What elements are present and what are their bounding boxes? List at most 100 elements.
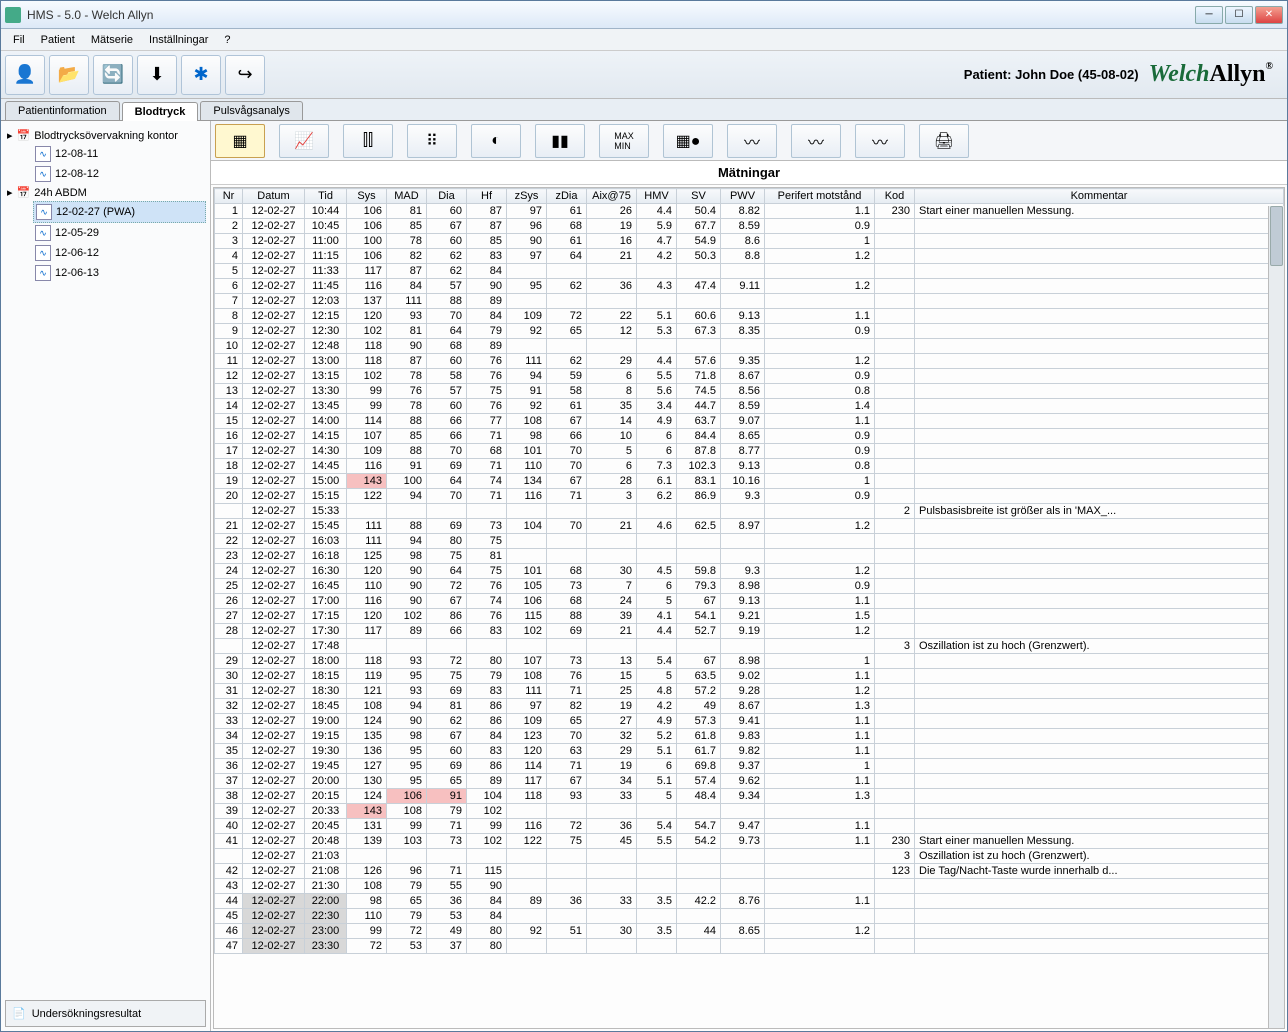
table-view-button[interactable]: ▦ xyxy=(215,124,265,158)
menu-series[interactable]: Mätserie xyxy=(85,32,139,48)
scatter-view-button[interactable]: ⠿ xyxy=(407,124,457,158)
table-row[interactable]: 12-02-2721:033Oszillation ist zu hoch (G… xyxy=(215,849,1284,864)
download-button[interactable]: ⬇ xyxy=(137,55,177,95)
table-row[interactable]: 1512-02-2714:0011488667710867144.963.79.… xyxy=(215,414,1284,429)
sync-button[interactable]: 🔄 xyxy=(93,55,133,95)
bluetooth-button[interactable]: ✱ xyxy=(181,55,221,95)
column-header[interactable]: SV xyxy=(677,189,721,204)
column-header[interactable]: Nr xyxy=(215,189,243,204)
table-row[interactable]: 2912-02-2718:0011893728010773135.4678.98… xyxy=(215,654,1284,669)
menu-patient[interactable]: Patient xyxy=(35,32,81,48)
scroll-thumb[interactable] xyxy=(1270,206,1283,266)
table-row[interactable]: 3812-02-2720:15124106911041189333548.49.… xyxy=(215,789,1284,804)
measurements-grid[interactable]: NrDatumTidSysMADDiaHfzSyszDiaAix@75HMVSV… xyxy=(213,187,1285,1029)
examination-results-button[interactable]: 📄 Undersökningsresultat xyxy=(5,1000,206,1027)
column-header[interactable]: Tid xyxy=(305,189,347,204)
table-row[interactable]: 2012-02-2715:151229470711167136.286.99.3… xyxy=(215,489,1284,504)
column-header[interactable]: zSys xyxy=(507,189,547,204)
table-row[interactable]: 3012-02-2718:151199575791087615563.59.02… xyxy=(215,669,1284,684)
column-header[interactable]: Kod xyxy=(875,189,915,204)
table-row[interactable]: 1912-02-2715:00143100647413467286.183.11… xyxy=(215,474,1284,489)
tree-item[interactable]: ∿12-06-13 xyxy=(33,263,206,283)
bar-limits-button[interactable]: ⫿⫿ xyxy=(343,124,393,158)
table-row[interactable]: 912-02-2712:301028164799265125.367.38.35… xyxy=(215,324,1284,339)
table-row[interactable]: 412-02-2711:151068262839764214.250.38.81… xyxy=(215,249,1284,264)
table-row[interactable]: 12-02-2715:332Pulsbasisbreite ist größer… xyxy=(215,504,1284,519)
table-row[interactable]: 4112-02-2720:481391037310212275455.554.2… xyxy=(215,834,1284,849)
table-row[interactable]: 812-02-2712:1512093708410972225.160.69.1… xyxy=(215,309,1284,324)
table-row[interactable]: 4712-02-2723:3072533780 xyxy=(215,939,1284,954)
tree-item[interactable]: ∿12-08-11 xyxy=(33,144,206,164)
table-row[interactable]: 212-02-2710:451068567879668195.967.78.59… xyxy=(215,219,1284,234)
maximize-button[interactable]: ☐ xyxy=(1225,6,1253,24)
exit-button[interactable]: ↪ xyxy=(225,55,265,95)
tree-item[interactable]: ∿12-05-29 xyxy=(33,223,206,243)
table-row[interactable]: 1012-02-2712:48118906889 xyxy=(215,339,1284,354)
menu-settings[interactable]: Inställningar xyxy=(143,32,214,48)
table-row[interactable]: 1312-02-2713:3099765775915885.674.58.560… xyxy=(215,384,1284,399)
table-row[interactable]: 4512-02-2722:30110795384 xyxy=(215,909,1284,924)
table-row[interactable]: 2312-02-2716:18125987581 xyxy=(215,549,1284,564)
table-row[interactable]: 3712-02-2720:0013095658911767345.157.49.… xyxy=(215,774,1284,789)
table-row[interactable]: 1812-02-2714:451169169711107067.3102.39.… xyxy=(215,459,1284,474)
table-row[interactable]: 3612-02-2719:451279569861147119669.89.37… xyxy=(215,759,1284,774)
tree-item[interactable]: ∿12-02-27 (PWA) xyxy=(33,201,206,223)
minmax-view-button[interactable]: MAXMIN xyxy=(599,124,649,158)
table-row[interactable]: 2512-02-2716:45110907276105737679.38.980… xyxy=(215,579,1284,594)
table-row[interactable]: 2712-02-2717:15120102867611588394.154.19… xyxy=(215,609,1284,624)
table-row[interactable]: 4412-02-2722:00986536848936333.542.28.76… xyxy=(215,894,1284,909)
compare2-button[interactable]: 〰 xyxy=(791,124,841,158)
table-row[interactable]: 3312-02-2719:0012490628610965274.957.39.… xyxy=(215,714,1284,729)
table-row[interactable]: 112-02-2710:441068160879761264.450.48.82… xyxy=(215,204,1284,219)
table-stats-button[interactable]: ▦● xyxy=(663,124,713,158)
column-header[interactable]: Hf xyxy=(467,189,507,204)
table-row[interactable]: 3512-02-2719:3013695608312063295.161.79.… xyxy=(215,744,1284,759)
table-row[interactable]: 512-02-2711:33117876284 xyxy=(215,264,1284,279)
histogram-view-button[interactable]: ▮▮ xyxy=(535,124,585,158)
compare3-button[interactable]: 〰 xyxy=(855,124,905,158)
tree-root-abdm[interactable]: ▸📅24h ABDM xyxy=(5,184,206,201)
column-header[interactable]: Aix@75 xyxy=(587,189,637,204)
column-header[interactable]: MAD xyxy=(387,189,427,204)
trend-view-button[interactable]: 📈 xyxy=(279,124,329,158)
column-header[interactable]: Dia xyxy=(427,189,467,204)
table-row[interactable]: 712-02-2712:031371118889 xyxy=(215,294,1284,309)
table-row[interactable]: 1112-02-2713:0011887607611162294.457.69.… xyxy=(215,354,1284,369)
table-row[interactable]: 2412-02-2716:3012090647510168304.559.89.… xyxy=(215,564,1284,579)
close-button[interactable]: ✕ xyxy=(1255,6,1283,24)
table-row[interactable]: 2812-02-2717:3011789668310269214.452.79.… xyxy=(215,624,1284,639)
table-row[interactable]: 312-02-2711:001007860859061164.754.98.61 xyxy=(215,234,1284,249)
tab-patientinfo[interactable]: Patientinformation xyxy=(5,101,120,120)
column-header[interactable]: zDia xyxy=(547,189,587,204)
compare1-button[interactable]: 〰 xyxy=(727,124,777,158)
table-row[interactable]: 2212-02-2716:03111948075 xyxy=(215,534,1284,549)
column-header[interactable]: HMV xyxy=(637,189,677,204)
tree-root-office[interactable]: ▸📅Blodtrycksövervakning kontor xyxy=(5,127,206,144)
table-row[interactable]: 3112-02-2718:3012193698311171254.857.29.… xyxy=(215,684,1284,699)
column-header[interactable]: PWV xyxy=(721,189,765,204)
minimize-button[interactable]: ─ xyxy=(1195,6,1223,24)
tab-pwa[interactable]: Pulsvågsanalys xyxy=(200,101,302,120)
table-row[interactable]: 4012-02-2720:4513199719911672365.454.79.… xyxy=(215,819,1284,834)
table-row[interactable]: 612-02-2711:451168457909562364.347.49.11… xyxy=(215,279,1284,294)
menu-help[interactable]: ? xyxy=(218,32,236,48)
column-header[interactable]: Datum xyxy=(243,189,305,204)
table-row[interactable]: 4312-02-2721:30108795590 xyxy=(215,879,1284,894)
table-row[interactable]: 3212-02-2718:451089481869782194.2498.671… xyxy=(215,699,1284,714)
column-header[interactable]: Perifert motstånd xyxy=(765,189,875,204)
table-row[interactable]: 1412-02-2713:45997860769261353.444.78.59… xyxy=(215,399,1284,414)
table-row[interactable]: 2612-02-2717:0011690677410668245679.131.… xyxy=(215,594,1284,609)
column-header[interactable]: Kommentar xyxy=(915,189,1284,204)
table-row[interactable]: 1212-02-2713:15102785876945965.571.88.67… xyxy=(215,369,1284,384)
column-header[interactable]: Sys xyxy=(347,189,387,204)
tab-bloodpressure[interactable]: Blodtryck xyxy=(122,102,199,121)
table-row[interactable]: 12-02-2717:483Oszillation ist zu hoch (G… xyxy=(215,639,1284,654)
table-row[interactable]: 4612-02-2723:00997249809251303.5448.651.… xyxy=(215,924,1284,939)
tree-item[interactable]: ∿12-08-12 xyxy=(33,164,206,184)
table-row[interactable]: 3912-02-2720:3314310879102 xyxy=(215,804,1284,819)
vertical-scrollbar[interactable] xyxy=(1268,206,1284,1028)
table-row[interactable]: 4212-02-2721:081269671115123Die Tag/Nach… xyxy=(215,864,1284,879)
table-row[interactable]: 3412-02-2719:1513598678412370325.261.89.… xyxy=(215,729,1284,744)
add-patient-button[interactable]: 👤 xyxy=(5,55,45,95)
menu-file[interactable]: Fil xyxy=(7,32,31,48)
